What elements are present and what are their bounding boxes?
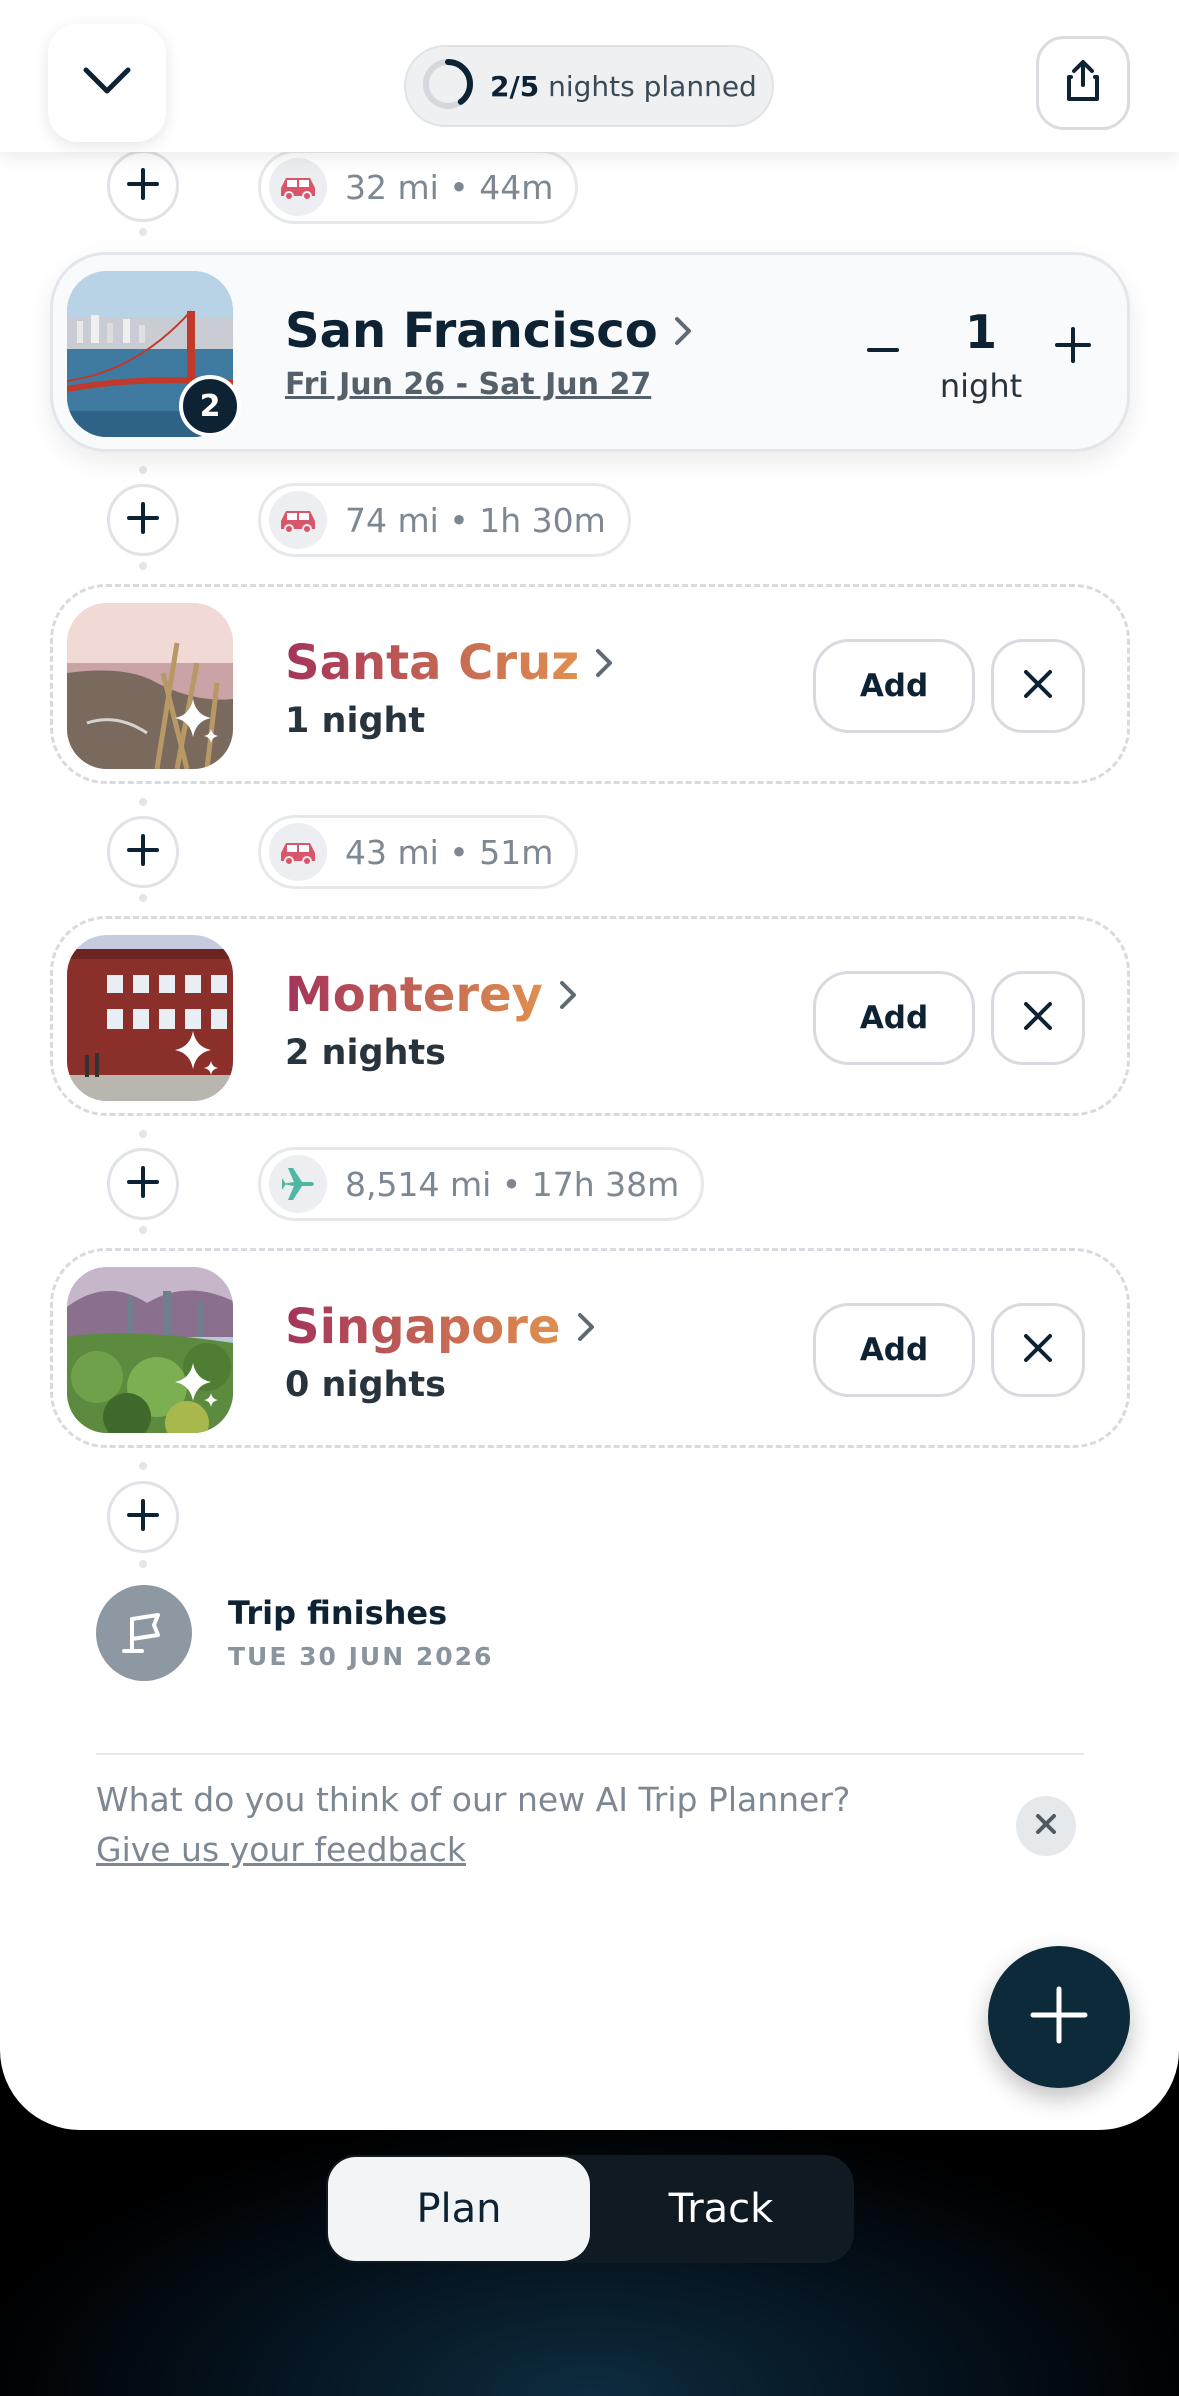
stop-name: Santa Cruz [285,635,580,691]
timeline-dot [139,1462,147,1470]
stop-title[interactable]: Santa Cruz [285,635,613,691]
close-icon [1022,1000,1054,1036]
ai-suggestion-sparkle-icon [171,1359,223,1415]
insert-stop-button[interactable] [107,816,179,888]
stop-name: San Francisco [285,303,658,359]
timeline-dot [139,894,147,902]
timeline-dot [139,1560,147,1568]
travel-leg[interactable]: 32 mi • 44m [258,150,579,224]
dismiss-stop-button[interactable] [991,639,1085,733]
leg-distance-time: 8,514 mi • 17h 38m [345,1164,680,1204]
dismiss-stop-button[interactable] [991,971,1085,1065]
travel-leg[interactable]: 8,514 mi • 17h 38m [258,1147,705,1221]
progress-count: 2/5 [490,69,540,103]
plane-icon [269,1155,327,1213]
chevron-right-icon [559,980,577,1010]
nights-progress-pill[interactable]: 2/5 nights planned [404,45,774,127]
timeline-dot [139,798,147,806]
ai-suggestion-sparkle-icon [171,695,223,751]
plus-icon [125,500,161,540]
car-icon [269,158,327,216]
leg-distance-time: 32 mi • 44m [345,167,554,207]
insert-stop-button[interactable] [107,1481,179,1553]
share-icon [1063,59,1103,107]
travel-leg[interactable]: 74 mi • 1h 30m [258,483,631,557]
add-stop-button[interactable]: Add [813,639,975,733]
travel-leg[interactable]: 43 mi • 51m [258,815,579,889]
divider [96,1753,1084,1755]
itinerary-sheet: 2/5 nights planned 32 mi • 44m 2 San Fra… [0,0,1179,2130]
dismiss-stop-button[interactable] [991,1303,1085,1397]
plus-icon [1029,1985,1089,2049]
chevron-down-icon [82,66,132,100]
stop-nights: 0 nights [285,1365,446,1405]
plus-icon [125,832,161,872]
add-stop-button[interactable]: Add [813,1303,975,1397]
close-icon [1022,1332,1054,1368]
feedback-link[interactable]: Give us your feedback [96,1830,466,1869]
progress-text: 2/5 nights planned [490,70,757,103]
ai-suggestion-sparkle-icon [171,1027,223,1083]
car-icon [269,823,327,881]
insert-stop-button[interactable] [107,150,179,222]
plus-icon [125,1497,161,1537]
insert-stop-button[interactable] [107,1148,179,1220]
close-icon [1035,1813,1057,1839]
collapse-button[interactable] [48,24,166,142]
feedback-question: What do you think of our new AI Trip Pla… [96,1780,851,1819]
insert-stop-button[interactable] [107,484,179,556]
dismiss-feedback-button[interactable] [1016,1796,1076,1856]
progress-label: nights planned [548,69,757,103]
stop-name: Singapore [285,1299,561,1355]
stop-order-badge: 2 [179,375,241,437]
stop-card-singapore[interactable]: Singapore 0 nights Add [50,1248,1130,1448]
nights-unit: night [939,367,1023,405]
stop-title[interactable]: Singapore [285,1299,595,1355]
plus-icon [1054,326,1092,368]
stop-card-monterey[interactable]: Monterey 2 nights Add [50,916,1130,1116]
increase-nights-button[interactable] [1043,317,1103,377]
stop-nights: 2 nights [285,1033,446,1073]
stop-title[interactable]: Monterey [285,967,577,1023]
add-fab-button[interactable] [988,1946,1130,2088]
plus-icon [125,1164,161,1204]
progress-ring-icon [420,56,476,116]
stop-card-santa-cruz[interactable]: Santa Cruz 1 night Add [50,584,1130,784]
plan-track-switch: Plan Track [326,2155,854,2263]
stop-dates-link[interactable]: Fri Jun 26 - Sat Jun 27 [285,367,651,402]
decrease-nights-button[interactable] [853,317,913,377]
stop-title[interactable]: San Francisco [285,303,692,359]
share-button[interactable] [1036,36,1130,130]
trip-finish-date: TUE 30 JUN 2026 [228,1642,494,1671]
timeline-dot [139,1226,147,1234]
minus-icon [867,338,899,357]
plus-icon [125,166,161,206]
stop-name: Monterey [285,967,543,1023]
chevron-right-icon [674,316,692,346]
top-bar: 2/5 nights planned [0,0,1179,152]
timeline-dot [139,466,147,474]
tab-track[interactable]: Track [590,2157,852,2261]
tab-plan[interactable]: Plan [328,2157,590,2261]
add-stop-button[interactable]: Add [813,971,975,1065]
leg-distance-time: 74 mi • 1h 30m [345,500,606,540]
trip-finish-title: Trip finishes [228,1594,448,1632]
car-icon [269,491,327,549]
leg-distance-time: 43 mi • 51m [345,832,554,872]
close-icon [1022,668,1054,704]
finish-flag-icon [96,1585,192,1681]
timeline-dot [139,228,147,236]
chevron-right-icon [577,1312,595,1342]
nights-count: 1 [964,305,997,359]
chevron-right-icon [595,648,613,678]
stop-nights: 1 night [285,701,426,741]
timeline-dot [139,1130,147,1138]
stop-card-san-francisco[interactable]: 2 San Francisco Fri Jun 26 - Sat Jun 27 … [50,252,1130,452]
timeline-dot [139,562,147,570]
